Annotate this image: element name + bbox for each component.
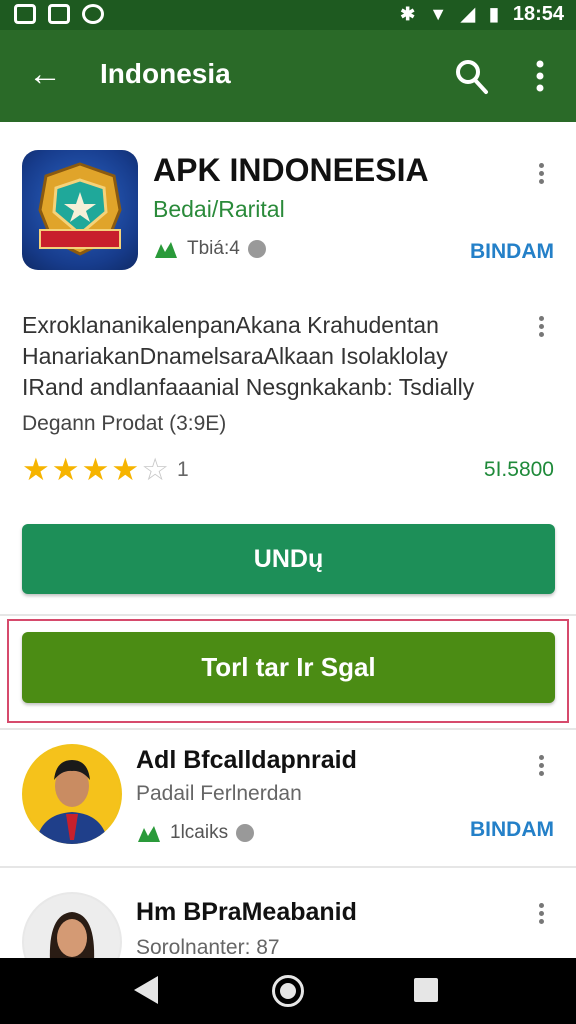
star-icon: ★ bbox=[81, 452, 110, 487]
section-divider bbox=[0, 866, 576, 868]
app-icon-shield[interactable] bbox=[22, 150, 138, 270]
more-vert-icon[interactable] bbox=[530, 58, 550, 94]
list-item-meta: 1lcaiks bbox=[136, 822, 255, 844]
list-item-subtitle: Padail Ferlnerdan bbox=[136, 782, 302, 805]
list-item-subtitle: Sorolnanter: 87 bbox=[136, 936, 280, 959]
nav-recents-icon[interactable] bbox=[414, 978, 438, 1002]
app-overflow-menu[interactable] bbox=[537, 160, 545, 190]
app-meta-text: Tbiá:4 bbox=[187, 238, 240, 259]
app-category[interactable]: Bedai/Rarital bbox=[153, 196, 285, 223]
description-line-3: IRand andlanfaaanial Nesgnkakanb: Tsdial… bbox=[22, 374, 475, 400]
arrow-back-icon[interactable]: ← bbox=[28, 54, 62, 94]
list-item-badge[interactable]: BINDAM bbox=[470, 818, 554, 842]
section-divider bbox=[0, 728, 576, 730]
app-screen: ✱ ▼ ◢ ▮ 18:54 ← Indonesia APK INDONEESIA… bbox=[0, 0, 576, 1024]
person-avatar-icon bbox=[24, 746, 120, 844]
signal-icon: ◢ bbox=[461, 4, 475, 24]
app-bar: ← Indonesia bbox=[0, 30, 576, 122]
shield-emblem-icon bbox=[38, 162, 122, 256]
notification-icons bbox=[14, 4, 104, 24]
secondary-action-button[interactable]: Torl tar Ir Sgal bbox=[22, 632, 555, 703]
record-notification-icon bbox=[82, 4, 104, 24]
description-line-2: HanariakanDnamelsaraAlkaan Isolaklolay bbox=[22, 343, 448, 369]
star-icon: ★ bbox=[111, 452, 140, 487]
wifi-icon: ▼ bbox=[429, 4, 448, 24]
app-price: 5I.5800 bbox=[483, 458, 554, 481]
list-item-meta-text: 1lcaiks bbox=[170, 822, 229, 843]
app-badge[interactable]: BINDAM bbox=[470, 240, 554, 264]
star-icon: ★ bbox=[22, 452, 50, 487]
battery-icon: ▮ bbox=[488, 4, 499, 24]
page-title: Indonesia bbox=[100, 58, 231, 89]
trending-icon bbox=[155, 242, 177, 258]
star-icon: ★ bbox=[51, 452, 80, 487]
app-size: Degann Prodat (3:9E) bbox=[22, 412, 227, 435]
rating-count: 1 bbox=[176, 458, 189, 481]
gallery-notification-icon bbox=[14, 4, 36, 24]
section-divider bbox=[0, 614, 576, 616]
app-meta: Tbiá:4 bbox=[153, 238, 266, 260]
list-item-overflow-menu[interactable] bbox=[537, 900, 545, 930]
status-indicators: ✱ ▼ ◢ ▮ 18:54 bbox=[400, 3, 564, 26]
list-item-overflow-menu[interactable] bbox=[537, 752, 545, 782]
list-item-title[interactable]: Hm BPraMeabanid bbox=[136, 898, 357, 927]
avatar[interactable] bbox=[22, 744, 122, 844]
star-empty-icon: ☆ bbox=[141, 452, 169, 487]
star-rating: ★ ★ ★ ★ ☆ 1 bbox=[22, 452, 189, 488]
info-icon bbox=[247, 240, 266, 258]
install-button[interactable]: UNDų bbox=[22, 524, 555, 594]
bluetooth-icon: ✱ bbox=[400, 4, 416, 24]
nav-back-icon[interactable] bbox=[134, 976, 158, 1004]
description-line-1: ExroklananikalenpanAkana Krahudentan bbox=[22, 312, 439, 338]
camera-notification-icon bbox=[48, 4, 70, 24]
trending-icon bbox=[138, 826, 160, 842]
nav-home-icon[interactable] bbox=[272, 975, 304, 1007]
status-bar: ✱ ▼ ◢ ▮ 18:54 bbox=[0, 0, 576, 30]
search-icon[interactable] bbox=[454, 56, 490, 96]
list-item-title[interactable]: Adl Bfcalldapnraid bbox=[136, 746, 357, 775]
app-name[interactable]: APK INDONEESIA bbox=[153, 152, 429, 189]
info-icon bbox=[236, 824, 255, 842]
app-description: ExroklananikalenpanAkana Krahudentan Han… bbox=[22, 310, 532, 403]
clock: 18:54 bbox=[512, 3, 564, 25]
system-nav-bar bbox=[0, 958, 576, 1024]
description-overflow-menu[interactable] bbox=[537, 313, 545, 343]
